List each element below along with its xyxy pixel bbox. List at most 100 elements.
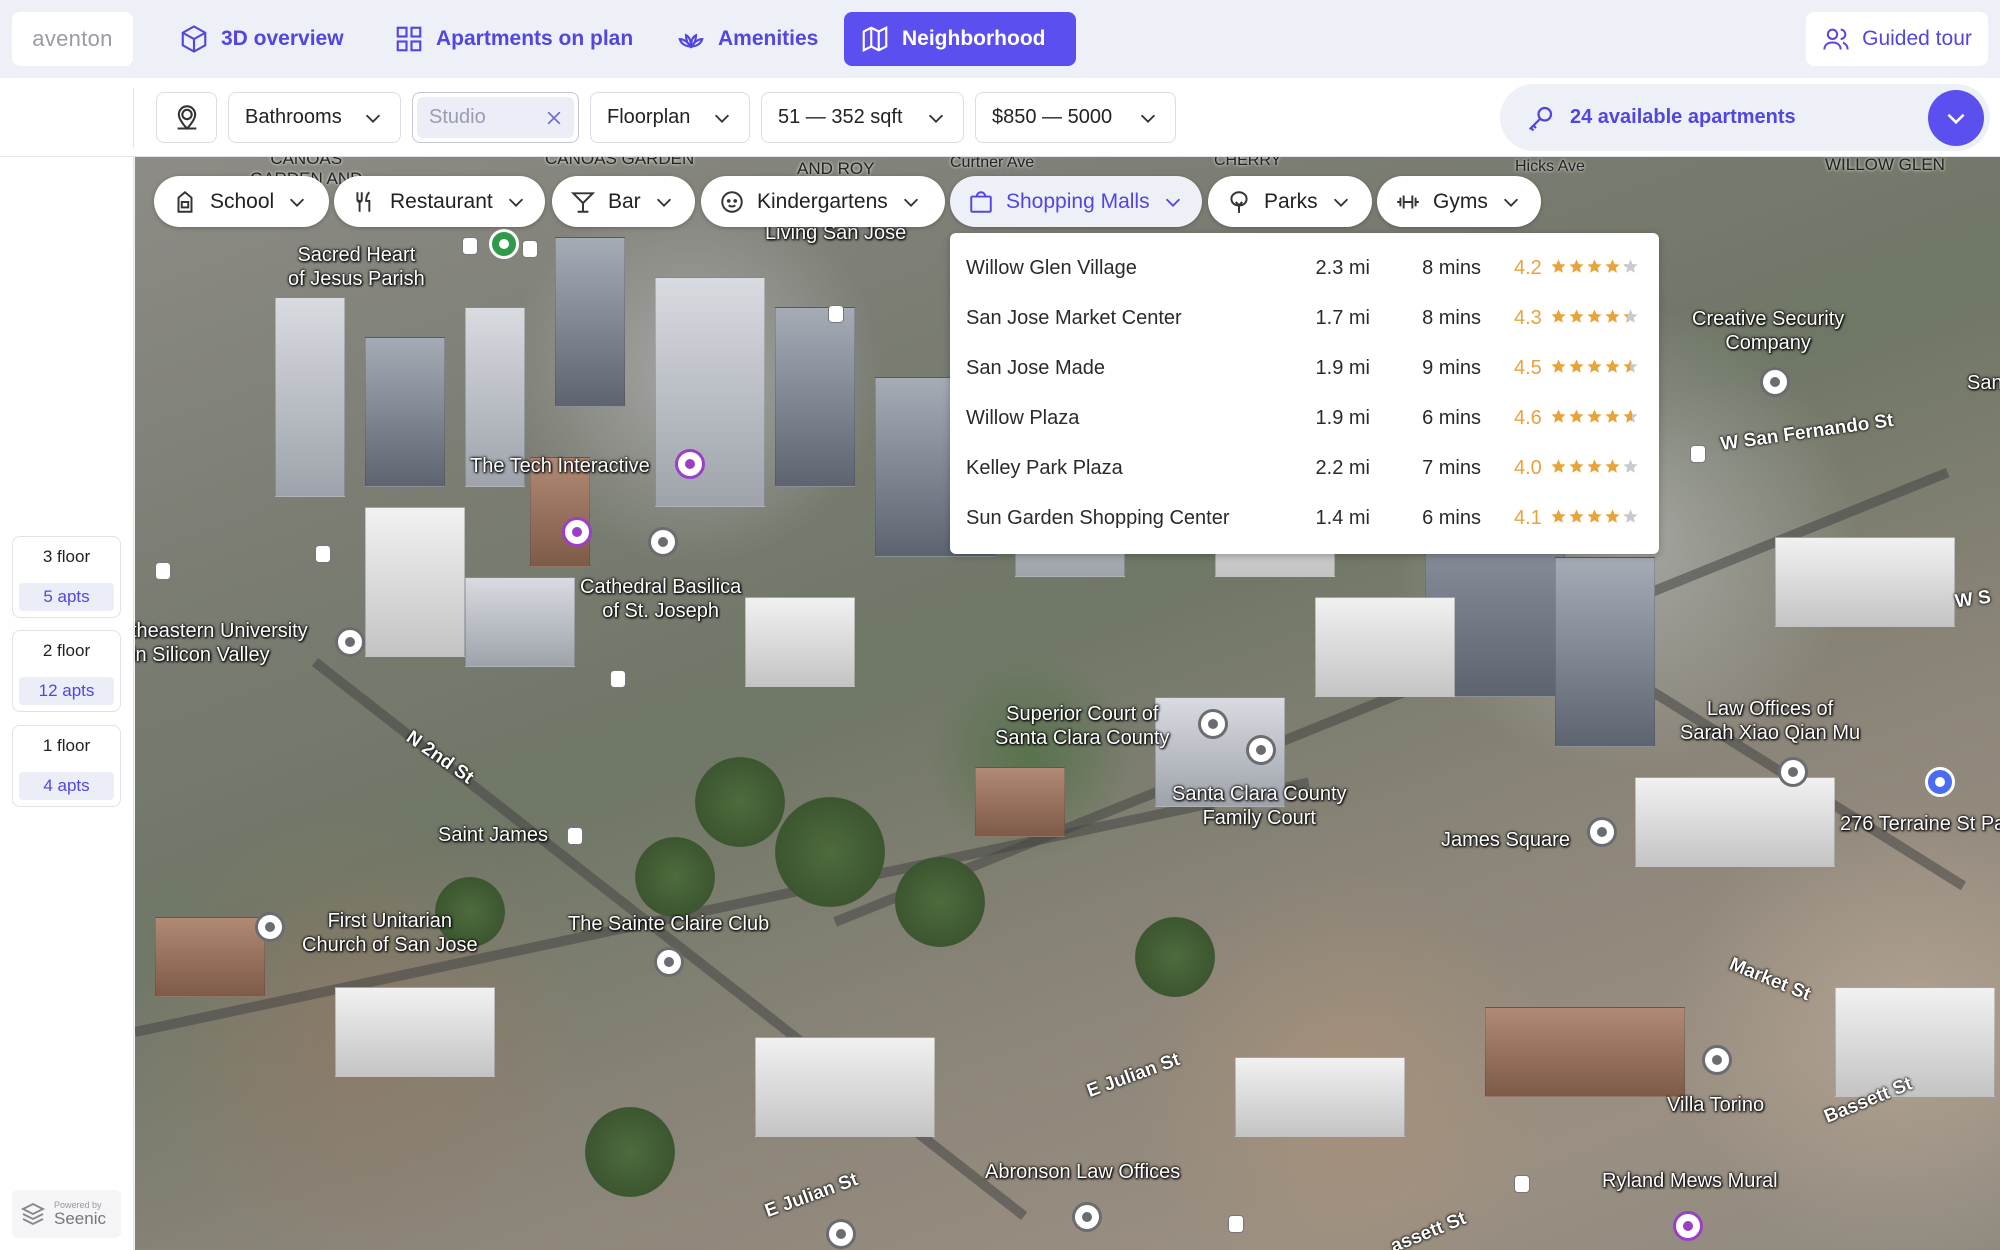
map-label-creative-security: Creative Security Company — [1692, 308, 1845, 354]
place-pin-icon[interactable] — [1587, 817, 1617, 847]
chevron-down-icon — [928, 114, 944, 123]
close-icon[interactable] — [544, 108, 564, 128]
guided-tour-button[interactable]: Guided tour — [1806, 12, 1988, 66]
building — [1315, 597, 1455, 697]
price-range-dropdown[interactable]: $850 — 5000 — [975, 92, 1176, 143]
star-icon — [1551, 259, 1566, 273]
location-filter-button[interactable] — [156, 92, 217, 143]
rating-stars — [1550, 458, 1639, 475]
street-label: W S — [1953, 586, 1993, 613]
place-time: 8 mins — [1422, 257, 1481, 279]
expand-results-button[interactable] — [1928, 90, 1984, 146]
transit-stop-icon — [155, 562, 171, 580]
church-pin-icon[interactable] — [648, 527, 678, 557]
building — [1235, 1057, 1405, 1137]
place-pin-icon[interactable] — [826, 1219, 856, 1249]
map-label-villa-torino: Villa Torino — [1667, 1094, 1765, 1116]
photo-pin-icon[interactable] — [1673, 1211, 1703, 1241]
poi-chip-kindergartens[interactable]: Kindergartens — [701, 176, 945, 227]
poi-chip-parks[interactable]: Parks — [1208, 176, 1372, 227]
floor-card-2[interactable]: 2 floor 12 apts — [12, 630, 121, 712]
museum-pin-icon[interactable] — [562, 517, 592, 547]
tab-3d-overview[interactable]: 3D overview — [163, 12, 360, 66]
filter-bar: Bathrooms Studio Floorplan 51 — 352 sqft… — [0, 78, 2000, 157]
chevron-down-icon — [1503, 198, 1518, 207]
poi-chip-label: Shopping Malls — [1006, 189, 1150, 213]
star-icon — [1569, 359, 1584, 373]
list-item[interactable]: Willow Glen Village 2.3 mi 8 mins 4.2 — [950, 243, 1659, 293]
map-label-sacred-heart: Sacred Heart of Jesus Parish — [288, 244, 425, 290]
building — [1635, 777, 1835, 867]
place-time: 6 mins — [1422, 507, 1481, 529]
building — [1775, 537, 1955, 627]
star-icon — [1605, 309, 1620, 323]
poi-chip-bar[interactable]: Bar — [552, 176, 695, 227]
poi-chip-label: Kindergartens — [757, 189, 888, 213]
utensils-icon — [356, 191, 371, 212]
chevron-down-icon — [714, 114, 730, 123]
list-item[interactable]: Willow Plaza 1.9 mi 6 mins 4.6 — [950, 393, 1659, 443]
place-pin-icon[interactable] — [1702, 1045, 1732, 1075]
list-item[interactable]: San Jose Made 1.9 mi 9 mins 4.5 — [950, 343, 1659, 393]
transit-stop-icon — [828, 305, 844, 323]
powered-by-badge[interactable]: Powered by Seenic — [12, 1190, 121, 1238]
star-icon — [1587, 459, 1602, 473]
available-apartments-bar[interactable]: 24 available apartments — [1500, 84, 1990, 151]
map-label-sainte-claire: The Sainte Claire Club — [568, 913, 770, 935]
list-item[interactable]: Kelley Park Plaza 2.2 mi 7 mins 4.0 — [950, 443, 1659, 493]
place-pin-icon[interactable] — [1072, 1202, 1102, 1232]
map-label-superior-court: Superior Court of Santa Clara County — [995, 703, 1170, 749]
floor-card-1[interactable]: 1 floor 4 apts — [12, 725, 121, 807]
building — [555, 237, 625, 407]
place-time: 6 mins — [1422, 407, 1481, 429]
bedroom-filter-chip[interactable]: Studio — [412, 92, 579, 143]
star-icon — [1587, 409, 1602, 423]
star-icon — [1623, 509, 1638, 523]
courthouse-pin-icon[interactable] — [1198, 709, 1228, 739]
chevron-down-icon — [656, 198, 671, 207]
available-apartments: 24 available apartments — [1526, 84, 1796, 151]
map-label: Hicks Ave — [1515, 158, 1585, 175]
place-distance: 2.2 mi — [1315, 457, 1370, 479]
star-icon — [1569, 409, 1584, 423]
museum-pin-icon[interactable] — [675, 449, 705, 479]
star-icon — [1605, 409, 1620, 423]
transit-stop-icon — [462, 237, 478, 255]
bathrooms-dropdown[interactable]: Bathrooms — [228, 92, 401, 143]
place-rating: 4.0 — [1514, 457, 1542, 479]
tab-amenities[interactable]: Amenities — [660, 12, 834, 66]
courthouse-pin-icon[interactable] — [1778, 757, 1808, 787]
parking-pin-icon[interactable] — [1925, 767, 1955, 797]
place-pin-icon[interactable] — [654, 947, 684, 977]
tab-apartments-on-plan[interactable]: Apartments on plan — [378, 12, 649, 66]
tab-neighborhood[interactable]: Neighborhood — [844, 12, 1076, 66]
place-pin-icon[interactable] — [1760, 367, 1790, 397]
map-label-san: San — [1967, 372, 2000, 394]
transit-stop-icon — [315, 545, 331, 563]
university-pin-icon[interactable] — [335, 627, 365, 657]
map-label-northeastern: theastern University in Silicon Valley — [135, 620, 308, 666]
tree — [695, 757, 785, 847]
seenic-logo-icon — [20, 1202, 46, 1226]
church-pin-icon[interactable] — [255, 912, 285, 942]
poi-chip-shopping-malls[interactable]: Shopping Malls — [950, 176, 1202, 227]
park-pin-icon[interactable] — [489, 229, 519, 259]
star-icon — [1587, 359, 1602, 373]
poi-chip-restaurant[interactable]: Restaurant — [334, 176, 545, 227]
floor-selector-rail: 3 floor 5 apts 2 floor 12 apts 1 floor 4… — [0, 157, 134, 1250]
bedroom-chip-value: Studio — [429, 106, 486, 128]
dumbbell-icon — [1397, 195, 1419, 208]
place-distance: 1.7 mi — [1315, 307, 1370, 329]
place-distance: 1.9 mi — [1315, 357, 1370, 379]
floor-card-3[interactable]: 3 floor 5 apts — [12, 536, 121, 618]
poi-chip-gyms[interactable]: Gyms — [1377, 176, 1541, 227]
floorplan-dropdown[interactable]: Floorplan — [590, 92, 750, 143]
poi-chip-school[interactable]: School — [154, 176, 329, 227]
list-item[interactable]: Sun Garden Shopping Center 1.4 mi 6 mins… — [950, 493, 1659, 543]
list-item[interactable]: San Jose Market Center 1.7 mi 8 mins 4.3 — [950, 293, 1659, 343]
map-label-family-court: Santa Clara County Family Court — [1172, 783, 1347, 829]
size-range-dropdown[interactable]: 51 — 352 sqft — [761, 92, 964, 143]
map-label-first-unitarian: First Unitarian Church of San Jose — [302, 910, 478, 956]
brand-logo[interactable]: aventon — [12, 12, 133, 66]
courthouse-pin-icon[interactable] — [1246, 735, 1276, 765]
